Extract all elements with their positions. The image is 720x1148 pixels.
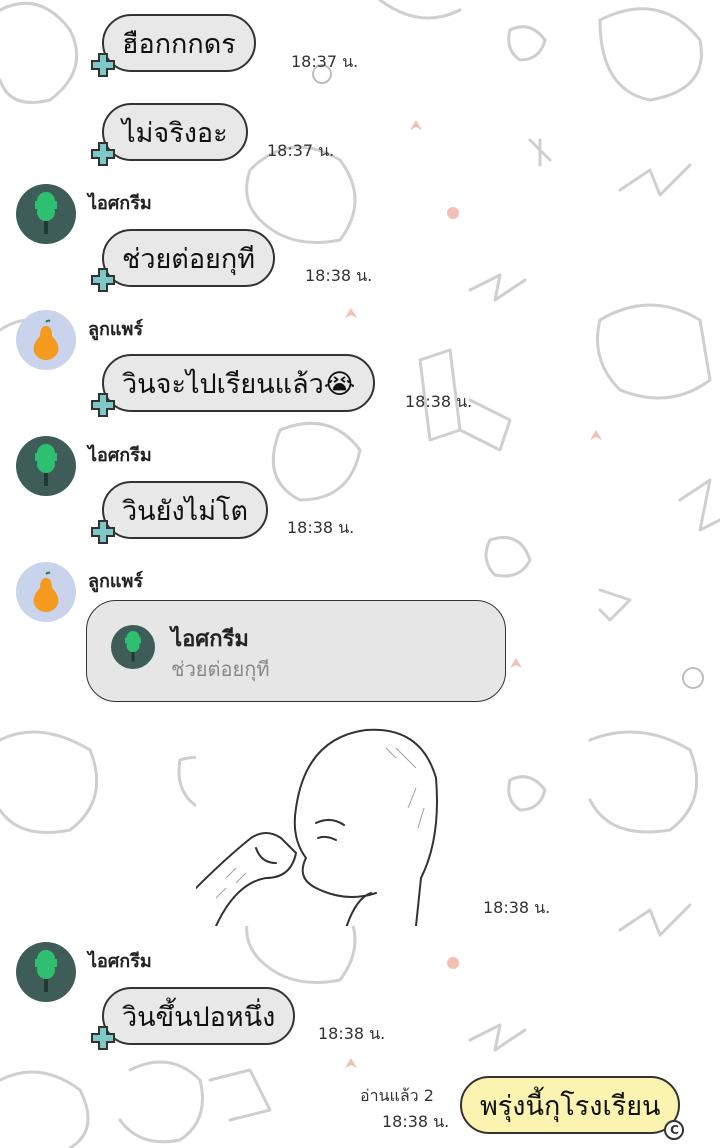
sender-name: ลูกแพร์ xyxy=(88,319,144,340)
message-text: วินยังไม่โต xyxy=(122,495,249,527)
plus-badge-icon xyxy=(91,268,115,292)
message-bubble[interactable]: ไม่จริงอะ xyxy=(91,103,248,166)
icecream-icon xyxy=(35,444,57,486)
message-time: 18:37 น. xyxy=(291,52,359,71)
plus-badge-icon xyxy=(91,393,115,417)
chat-area[interactable]: ฮือกกกดร 18:37 น. ไม่จริงอะ 18:37 น. ไอศ… xyxy=(0,0,720,1148)
message-time: 18:38 น. xyxy=(318,1024,386,1043)
message-bubble[interactable]: ช่วยต่อยกุที xyxy=(91,229,276,292)
message-time: 18:38 น. xyxy=(287,518,355,537)
message-text: ช่วยต่อยกุที xyxy=(122,243,256,275)
plus-badge-icon xyxy=(91,1026,115,1050)
message-bubble[interactable]: วินจะไปเรียนแล้ว😭 xyxy=(91,354,376,417)
message-text: พรุ่งนี้กุโรงเรียน xyxy=(480,1090,661,1122)
message-time: 18:37 น. xyxy=(267,141,335,160)
avatar[interactable] xyxy=(16,310,76,370)
reply-sender-name: ไอศกรีม xyxy=(171,627,249,652)
avatar[interactable] xyxy=(16,184,76,244)
message-bubble[interactable]: ฮือกกกดร xyxy=(91,14,256,77)
message-time: 18:38 น. xyxy=(483,898,551,917)
plus-badge-icon xyxy=(91,53,115,77)
read-receipt: อ่านแล้ว 2 xyxy=(360,1086,434,1105)
sender-name: ไอศกรีม xyxy=(88,951,152,972)
message-time: 18:38 น. xyxy=(382,1112,450,1131)
sender-name: ลูกแพร์ xyxy=(88,571,144,592)
plus-badge-icon xyxy=(91,520,115,544)
sender-name: ไอศกรีม xyxy=(88,193,152,214)
bald-man-sticker[interactable] xyxy=(196,728,446,926)
own-message-bubble[interactable]: พรุ่งนี้กุโรงเรียน C xyxy=(460,1076,685,1140)
message-time: 18:38 น. xyxy=(305,266,373,285)
icecream-icon xyxy=(35,192,57,234)
message-text: วินจะไปเรียนแล้ว😭 xyxy=(122,368,356,400)
reply-card[interactable]: ไอศกรีม ช่วยต่อยกุที xyxy=(86,600,506,702)
pear-icon xyxy=(33,571,59,612)
sticker-image xyxy=(196,728,438,926)
icecream-icon xyxy=(125,631,141,662)
message-text: ไม่จริงอะ xyxy=(122,117,228,149)
message-time: 18:38 น. xyxy=(405,392,473,411)
message-bubble[interactable]: วินยังไม่โต xyxy=(91,481,269,544)
sender-name: ไอศกรีม xyxy=(88,445,152,466)
c-badge-icon: C xyxy=(664,1120,685,1140)
icecream-icon xyxy=(35,950,57,992)
reply-avatar xyxy=(111,625,155,669)
reply-quoted-text: ช่วยต่อยกุที xyxy=(171,657,270,681)
plus-badge-icon xyxy=(91,142,115,166)
avatar[interactable] xyxy=(16,562,76,622)
avatar[interactable] xyxy=(16,942,76,1002)
message-bubble[interactable]: วินขึ้นปอหนึ่ง xyxy=(91,987,296,1050)
pear-icon xyxy=(33,319,59,360)
message-text: ฮือกกกดร xyxy=(122,28,236,60)
avatar[interactable] xyxy=(16,436,76,496)
message-text: วินขึ้นปอหนึ่ง xyxy=(122,1001,276,1033)
